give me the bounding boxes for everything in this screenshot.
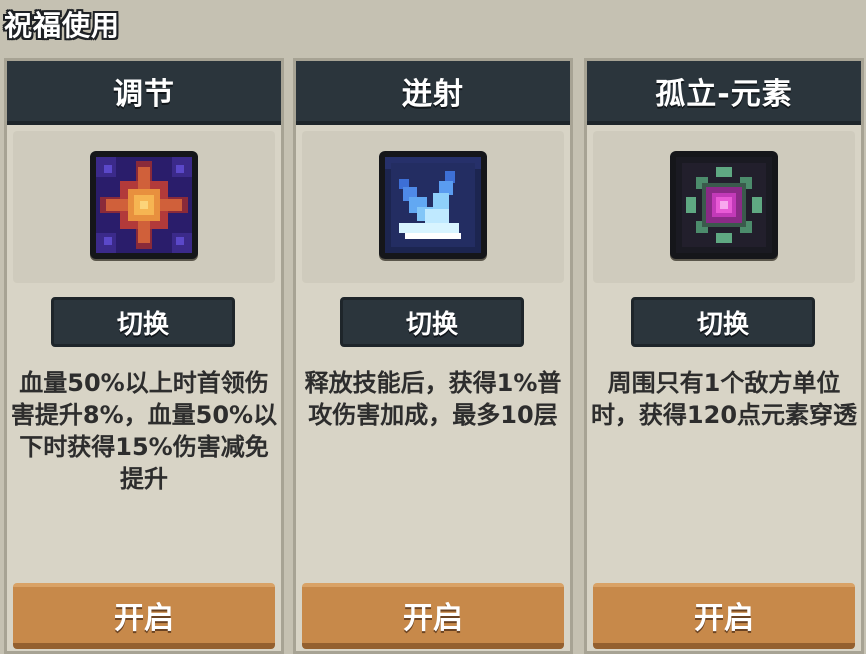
blessing-cards: 调节 切换 血量50%以上时首领伤害提升8%，血量50%以下时获得15%伤害减免…: [0, 58, 866, 654]
card-description: 血量50%以上时首领伤害提升8%，血量50%以下时获得15%伤害减免提升: [10, 369, 278, 493]
card-header: 孤立-元素: [587, 61, 861, 125]
toggle-button[interactable]: 切换: [340, 297, 524, 347]
toggle-button[interactable]: 切换: [51, 297, 235, 347]
blessing-card-tiaojie: 调节 切换 血量50%以上时首领伤害提升8%，血量50%以下时获得15%伤害减免…: [4, 58, 284, 654]
card-header: 迸射: [296, 61, 570, 125]
card-header: 调节: [7, 61, 281, 125]
card-title: 迸射: [402, 77, 464, 112]
blessing-card-guli-yuansu: 孤立-元素 切换 周围只有1个敌方单位时，获得120点元素穿透 开启: [584, 58, 864, 654]
open-button[interactable]: 开启: [593, 583, 855, 649]
card-description: 周围只有1个敌方单位时，获得120点元素穿透: [590, 369, 858, 429]
icon-area: [302, 131, 564, 283]
icon-area: [593, 131, 855, 283]
card-title: 调节: [113, 77, 175, 112]
element-orb-icon: [670, 151, 778, 259]
ice-shard-icon: [379, 151, 487, 259]
icon-area: [13, 131, 275, 283]
star-burst-icon: [90, 151, 198, 259]
open-button[interactable]: 开启: [302, 583, 564, 649]
toggle-button[interactable]: 切换: [631, 297, 815, 347]
blessing-card-bengshe: 迸射 切换 释放技能后，获得1%普攻伤害加成，最多10层 开启: [293, 58, 573, 654]
card-description: 释放技能后，获得1%普攻伤害加成，最多10层: [304, 369, 562, 429]
panel-title: 祝福使用: [4, 9, 121, 42]
card-title: 孤立-元素: [655, 77, 793, 112]
open-button[interactable]: 开启: [13, 583, 275, 649]
